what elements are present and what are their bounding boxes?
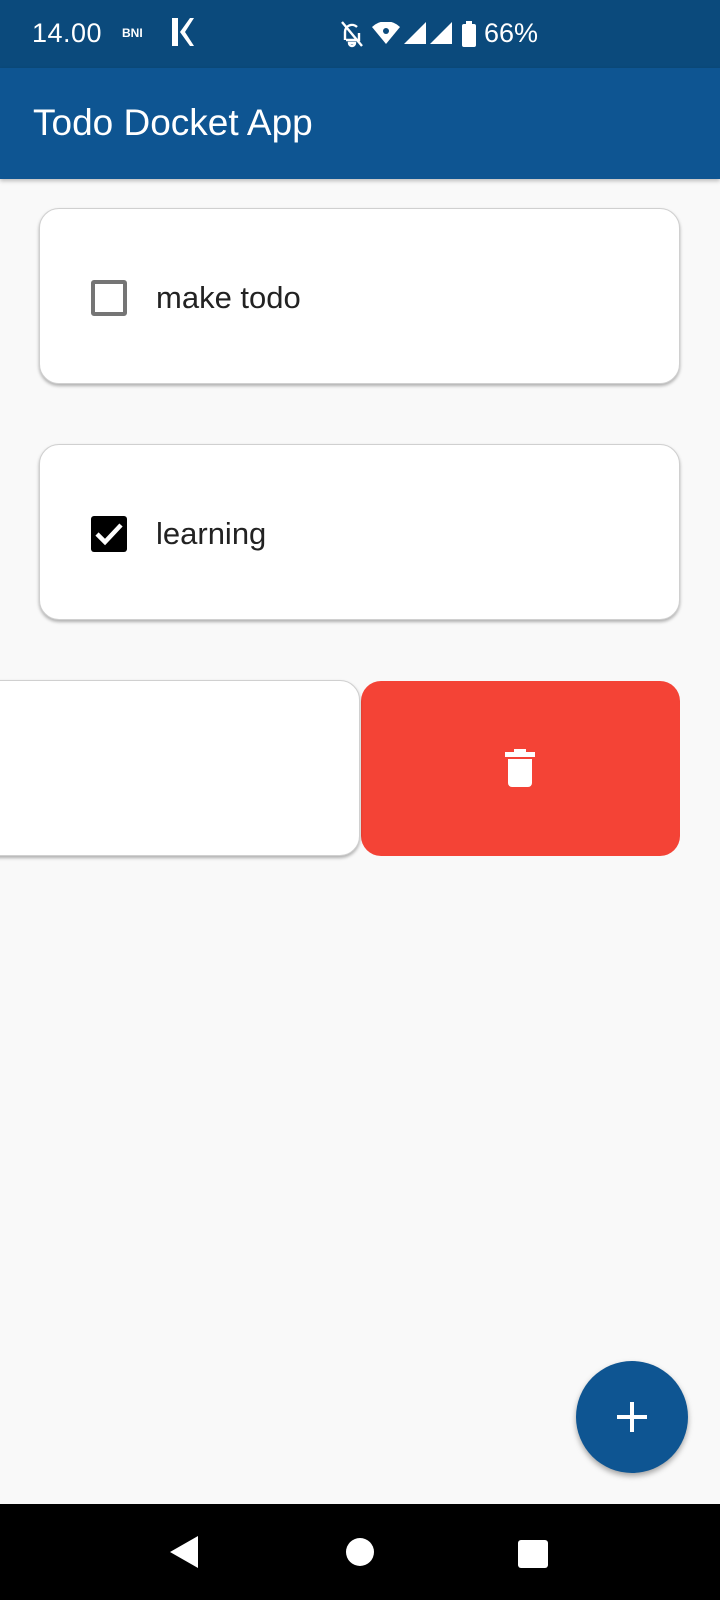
swiped-todo-card[interactable] [0,680,360,856]
wifi-icon [372,22,400,44]
todo-checkbox[interactable] [91,516,127,552]
bni-icon: BNI [122,26,143,40]
trash-icon [505,749,535,787]
status-bar: 14.00 BNI 66% [0,0,720,68]
signal-icon [430,22,452,44]
back-icon[interactable] [170,1536,198,1568]
add-todo-button[interactable] [576,1361,688,1473]
todo-card[interactable]: learning [39,444,680,620]
todo-card[interactable]: make todo [39,208,680,384]
nav-bar [0,1504,720,1600]
check-icon [95,523,123,546]
page-title: Todo Docket App [33,102,313,143]
battery-icon [462,21,476,47]
notifications-off-icon [341,21,363,48]
home-icon[interactable] [346,1538,374,1566]
app-bar: Todo Docket App [0,68,720,179]
todo-checkbox[interactable] [91,280,127,316]
todo-label: learning [156,516,267,551]
battery-percent: 66% [484,18,539,48]
delete-background[interactable] [361,681,680,856]
signal-icon [404,22,426,44]
plus-icon [617,1402,647,1432]
k-app-icon [172,18,194,46]
status-time: 14.00 [32,18,103,48]
recents-icon[interactable] [518,1540,548,1568]
todo-label: make todo [156,280,301,315]
